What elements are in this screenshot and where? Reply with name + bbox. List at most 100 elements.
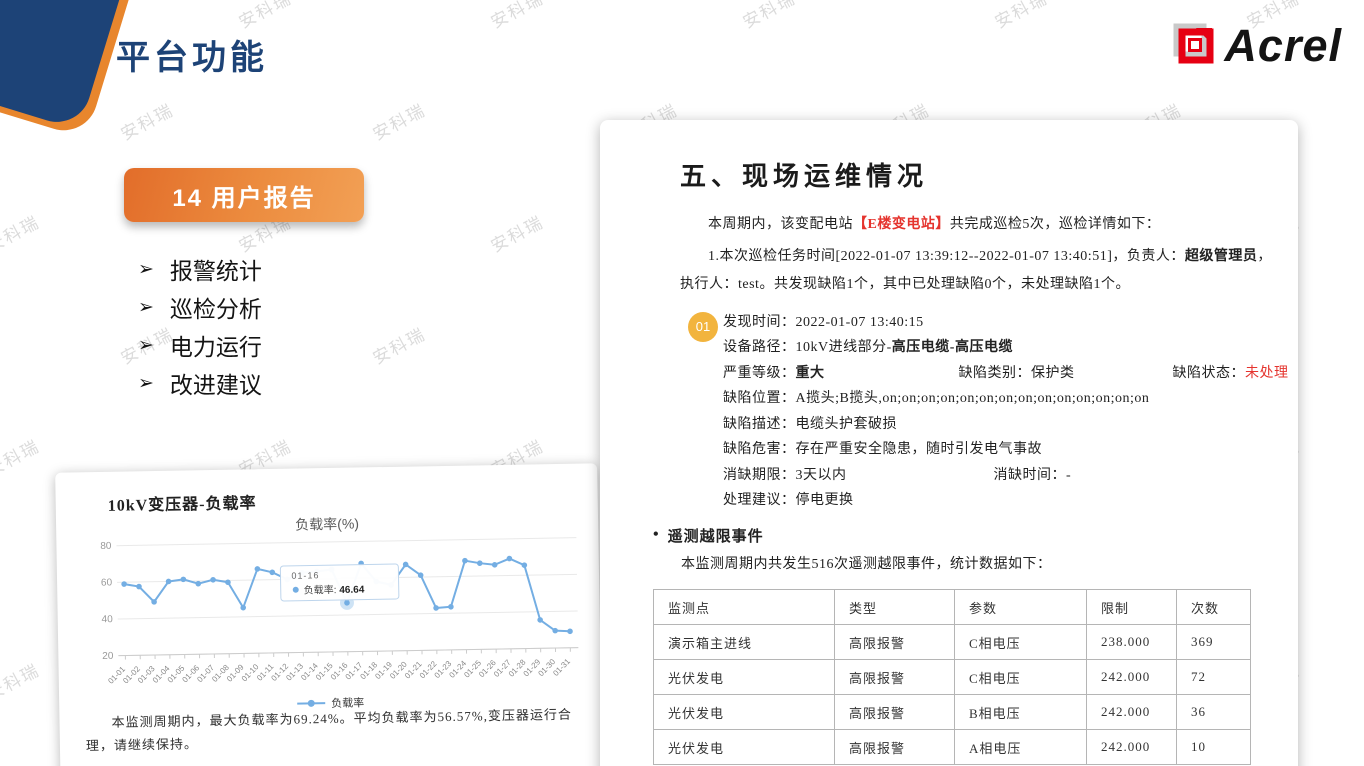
- telemetry-heading-label: 遥测越限事件: [668, 525, 764, 546]
- table-cell: 高限报警: [835, 660, 955, 695]
- feature-label: 巡检分析: [170, 290, 262, 324]
- text-segment: 缺陷类别：: [959, 366, 1032, 381]
- load-rate-line-chart[interactable]: 2040608001-0101-0201-0301-0401-0501-0601…: [68, 527, 591, 698]
- report-intro: 本周期内，该变配电站【E楼变电站】共完成巡检5次，巡检详情如下：: [680, 211, 1272, 238]
- defect-line: 消缺期限：3天以内消缺时间：-: [723, 463, 1298, 489]
- watermark-text: 安科瑞: [0, 208, 44, 257]
- svg-text:01-31: 01-31: [551, 657, 572, 678]
- defect-line: 严重等级：重大缺陷类别：保护类缺陷状态：未处理: [723, 361, 1298, 387]
- text-segment: 设备路径：10kV进线部分-: [723, 340, 892, 355]
- feature-label: 电力运行: [170, 328, 262, 362]
- table-cell: 光伏发电: [654, 695, 835, 730]
- defect-line: 处理建议：停电更换: [723, 488, 1298, 514]
- text-segment: 重大: [796, 366, 825, 381]
- text-segment: 【E楼变电站】: [853, 217, 950, 232]
- feature-list-item: ➢报警统计: [138, 250, 262, 288]
- chart-summary-text: 本监测周期内，最大负载率为69.24%。平均负载率为56.57%,变压器运行合理…: [85, 704, 574, 758]
- feature-label: 改进建议: [170, 366, 262, 400]
- table-row: 光伏发电高限报警A相电压242.00010: [654, 730, 1251, 765]
- report-task-line: 1.本次巡检任务时间[2022-01-07 13:39:12--2022-01-…: [680, 243, 1272, 298]
- text-segment: 缺陷危害：存在严重安全隐患，随时引发电气事故: [723, 442, 1042, 457]
- chart-card: 10kV变压器-负载率 负载率(%) 2040608001-0101-0201-…: [55, 463, 603, 766]
- text-segment: 共完成巡检5次，巡检详情如下：: [950, 217, 1161, 232]
- chart-card-title: 10kV变压器-负载率: [108, 489, 257, 516]
- defect-line: 缺陷位置：A揽头;B揽头,on;on;on;on;on;on;on;on;on;…: [723, 386, 1298, 412]
- watermark-text: 安科瑞: [0, 656, 44, 705]
- telemetry-heading: • 遥测越限事件: [653, 525, 1298, 546]
- page-title: 平台功能: [116, 30, 268, 79]
- table-header-cell: 次数: [1177, 590, 1251, 625]
- telemetry-table: 监测点类型参数限制次数演示箱主进线高限报警C相电压238.000369光伏发电高…: [653, 589, 1251, 765]
- table-cell: C相电压: [955, 625, 1087, 660]
- watermark-text: 安科瑞: [0, 432, 44, 481]
- feature-list-item: ➢ 电力运行: [138, 326, 262, 364]
- table-cell: 238.000: [1087, 625, 1177, 660]
- table-cell: 369: [1177, 625, 1251, 660]
- table-row: 演示箱主进线高限报警C相电压238.000369: [654, 625, 1251, 660]
- feature-list-item: ➢改进建议: [138, 364, 262, 402]
- text-segment: 未处理: [1245, 366, 1289, 381]
- defect-line: 设备路径：10kV进线部分-高压电缆-高压电缆: [723, 335, 1298, 361]
- svg-text:40: 40: [102, 614, 114, 625]
- table-cell: B相电压: [955, 695, 1087, 730]
- table-cell: 242.000: [1087, 695, 1177, 730]
- acrel-logo-text: Acrel: [1224, 20, 1342, 72]
- feature-label: 报警统计: [170, 252, 262, 286]
- table-cell: C相电压: [955, 660, 1087, 695]
- table-cell: 光伏发电: [654, 730, 835, 765]
- text-segment: 消缺时间：-: [994, 468, 1072, 483]
- text-segment: 缺陷状态：: [1173, 366, 1246, 381]
- watermark-text: 安科瑞: [485, 208, 547, 257]
- table-cell: 光伏发电: [654, 660, 835, 695]
- table-cell: 10: [1177, 730, 1251, 765]
- arrow-bullet-icon: ➢: [138, 334, 154, 357]
- table-header-cell: 限制: [1087, 590, 1177, 625]
- chart-tooltip: 01-16 负载率: 46.64: [280, 564, 399, 601]
- table-header-cell: 类型: [835, 590, 955, 625]
- bullet-dot-icon: •: [653, 526, 660, 544]
- text-segment: 1.本次巡检任务时间[2022-01-07 13:39:12--2022-01-…: [708, 249, 1185, 264]
- text-segment: 缺陷描述：电缆头护套破损: [723, 417, 897, 432]
- table-cell: A相电压: [955, 730, 1087, 765]
- watermark-text: 安科瑞: [367, 320, 429, 369]
- text-segment: 高压电缆-高压电缆: [892, 340, 1013, 355]
- defect-line: 缺陷危害：存在严重安全隐患，随时引发电气事故: [723, 437, 1298, 463]
- watermark-text: 安科瑞: [737, 0, 799, 33]
- svg-text:01-16: 01-16: [291, 570, 319, 580]
- feature-list-item: ➢ 巡检分析: [138, 288, 262, 326]
- svg-text:60: 60: [101, 577, 113, 588]
- table-row: 光伏发电高限报警B相电压242.00036: [654, 695, 1251, 730]
- slide: 安科瑞安科瑞安科瑞安科瑞安科瑞安科瑞安科瑞安科瑞安科瑞安科瑞安科瑞安科瑞安科瑞安…: [0, 0, 1364, 766]
- table-cell: 72: [1177, 660, 1251, 695]
- watermark-text: 安科瑞: [367, 96, 429, 145]
- text-segment: 处理建议：停电更换: [723, 493, 854, 508]
- svg-text:负载率: 46.64: 负载率: 46.64: [304, 583, 365, 597]
- table-header-cell: 参数: [955, 590, 1087, 625]
- acrel-logo-icon: [1166, 20, 1218, 72]
- telemetry-intro: 本监测周期内共发生516次遥测越限事件，统计数据如下：: [653, 552, 1253, 577]
- watermark-text: 安科瑞: [485, 0, 547, 33]
- table-cell: 242.000: [1087, 730, 1177, 765]
- svg-text:20: 20: [102, 651, 114, 662]
- report-heading: 五、现场运维情况: [680, 156, 1298, 193]
- defect-number-badge: 01: [688, 312, 718, 342]
- svg-text:80: 80: [100, 541, 112, 552]
- text-segment: 缺陷位置：A揽头;B揽头,on;on;on;on;on;on;on;on;on;…: [723, 391, 1149, 406]
- arrow-bullet-icon: ➢: [138, 296, 154, 319]
- text-segment: 保护类: [1031, 366, 1075, 381]
- watermark-text: 安科瑞: [233, 0, 295, 33]
- defect-block: 01 发现时间：2022-01-07 13:40:15 设备路径：10kV进线部分…: [688, 310, 1298, 514]
- table-cell: 高限报警: [835, 625, 955, 660]
- defect-line: 缺陷描述：电缆头护套破损: [723, 412, 1298, 438]
- text-segment: 超级管理员: [1185, 249, 1258, 264]
- legend-marker-icon: [296, 698, 326, 709]
- table-cell: 高限报警: [835, 730, 955, 765]
- acrel-logo: Acrel: [1166, 20, 1342, 72]
- text-segment: 发现时间：2022-01-07 13:40:15: [723, 315, 924, 330]
- text-segment: 本周期内，该变配电站: [708, 217, 853, 232]
- table-row: 光伏发电高限报警C相电压242.00072: [654, 660, 1251, 695]
- defect-line: 发现时间：2022-01-07 13:40:15: [723, 310, 1298, 336]
- watermark-text: 安科瑞: [0, 0, 44, 33]
- feature-list: ➢报警统计 ➢ 巡检分析 ➢ 电力运行➢改进建议: [138, 250, 262, 402]
- watermark-text: 安科瑞: [115, 96, 177, 145]
